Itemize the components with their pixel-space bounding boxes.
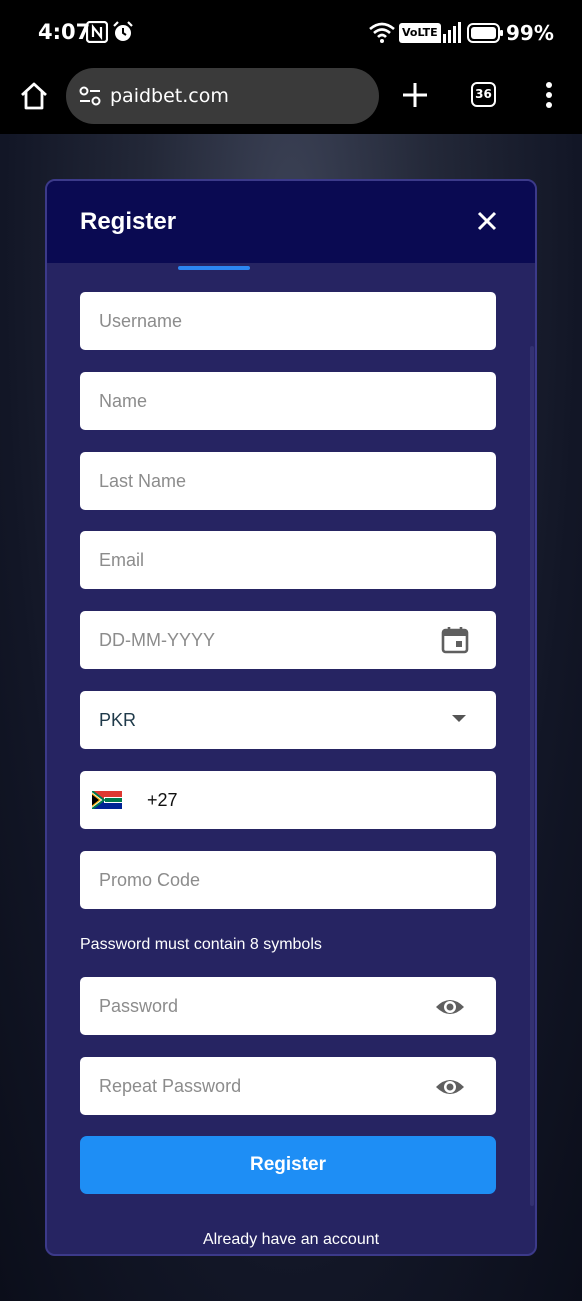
register-button[interactable]: Register <box>80 1136 496 1194</box>
battery-icon <box>467 23 503 43</box>
email-field[interactable] <box>80 531 496 589</box>
battery-percent: 99% <box>506 21 554 45</box>
username-field[interactable] <box>80 292 496 350</box>
status-bar: 4:07 VoLTE 99% <box>0 0 582 66</box>
eye-icon[interactable] <box>435 993 465 1021</box>
address-bar[interactable]: paidbet.com <box>66 68 379 124</box>
birthdate-field[interactable] <box>80 611 496 669</box>
tab-switcher-button[interactable]: 36 <box>471 82 496 107</box>
modal-header: Register <box>47 181 535 263</box>
calendar-icon[interactable] <box>440 626 470 654</box>
repeat-password-input[interactable] <box>80 1057 496 1115</box>
repeat-password-field[interactable] <box>80 1057 496 1115</box>
signal-icon <box>438 22 461 43</box>
browser-toolbar: paidbet.com 36 <box>0 66 582 134</box>
password-input[interactable] <box>80 977 496 1035</box>
birthdate-input[interactable] <box>80 611 496 669</box>
promo-code-field[interactable] <box>80 851 496 909</box>
chevron-down-icon <box>452 715 466 722</box>
last-name-field[interactable] <box>80 452 496 510</box>
register-modal: Register PKR <box>45 179 537 1256</box>
login-link[interactable]: Already have an account <box>47 1231 535 1249</box>
name-input[interactable] <box>80 372 496 430</box>
password-hint: Password must contain 8 symbols <box>80 936 322 953</box>
nfc-icon <box>86 21 108 43</box>
close-icon[interactable] <box>475 209 499 233</box>
phone-code[interactable]: +27 <box>147 790 178 811</box>
south-africa-flag-icon[interactable] <box>92 791 122 809</box>
scrollbar[interactable] <box>530 346 534 1206</box>
currency-select[interactable]: PKR <box>80 691 496 749</box>
modal-title: Register <box>80 208 177 235</box>
more-menu-icon[interactable] <box>540 80 558 110</box>
phone-field[interactable]: +27 <box>80 771 496 829</box>
eye-icon[interactable] <box>435 1073 465 1101</box>
wifi-icon <box>369 22 395 43</box>
promo-code-input[interactable] <box>80 851 496 909</box>
alarm-icon <box>113 21 133 41</box>
url-text: paidbet.com <box>110 85 229 107</box>
home-icon[interactable] <box>18 80 50 112</box>
active-tab-indicator <box>178 266 250 270</box>
site-settings-icon[interactable] <box>78 84 102 108</box>
plus-icon[interactable] <box>400 80 430 110</box>
password-field[interactable] <box>80 977 496 1035</box>
volte-badge: VoLTE <box>399 23 441 43</box>
username-input[interactable] <box>80 292 496 350</box>
name-field[interactable] <box>80 372 496 430</box>
last-name-input[interactable] <box>80 452 496 510</box>
currency-value: PKR <box>99 710 137 730</box>
status-time: 4:07 <box>38 20 91 44</box>
email-input[interactable] <box>80 531 496 589</box>
